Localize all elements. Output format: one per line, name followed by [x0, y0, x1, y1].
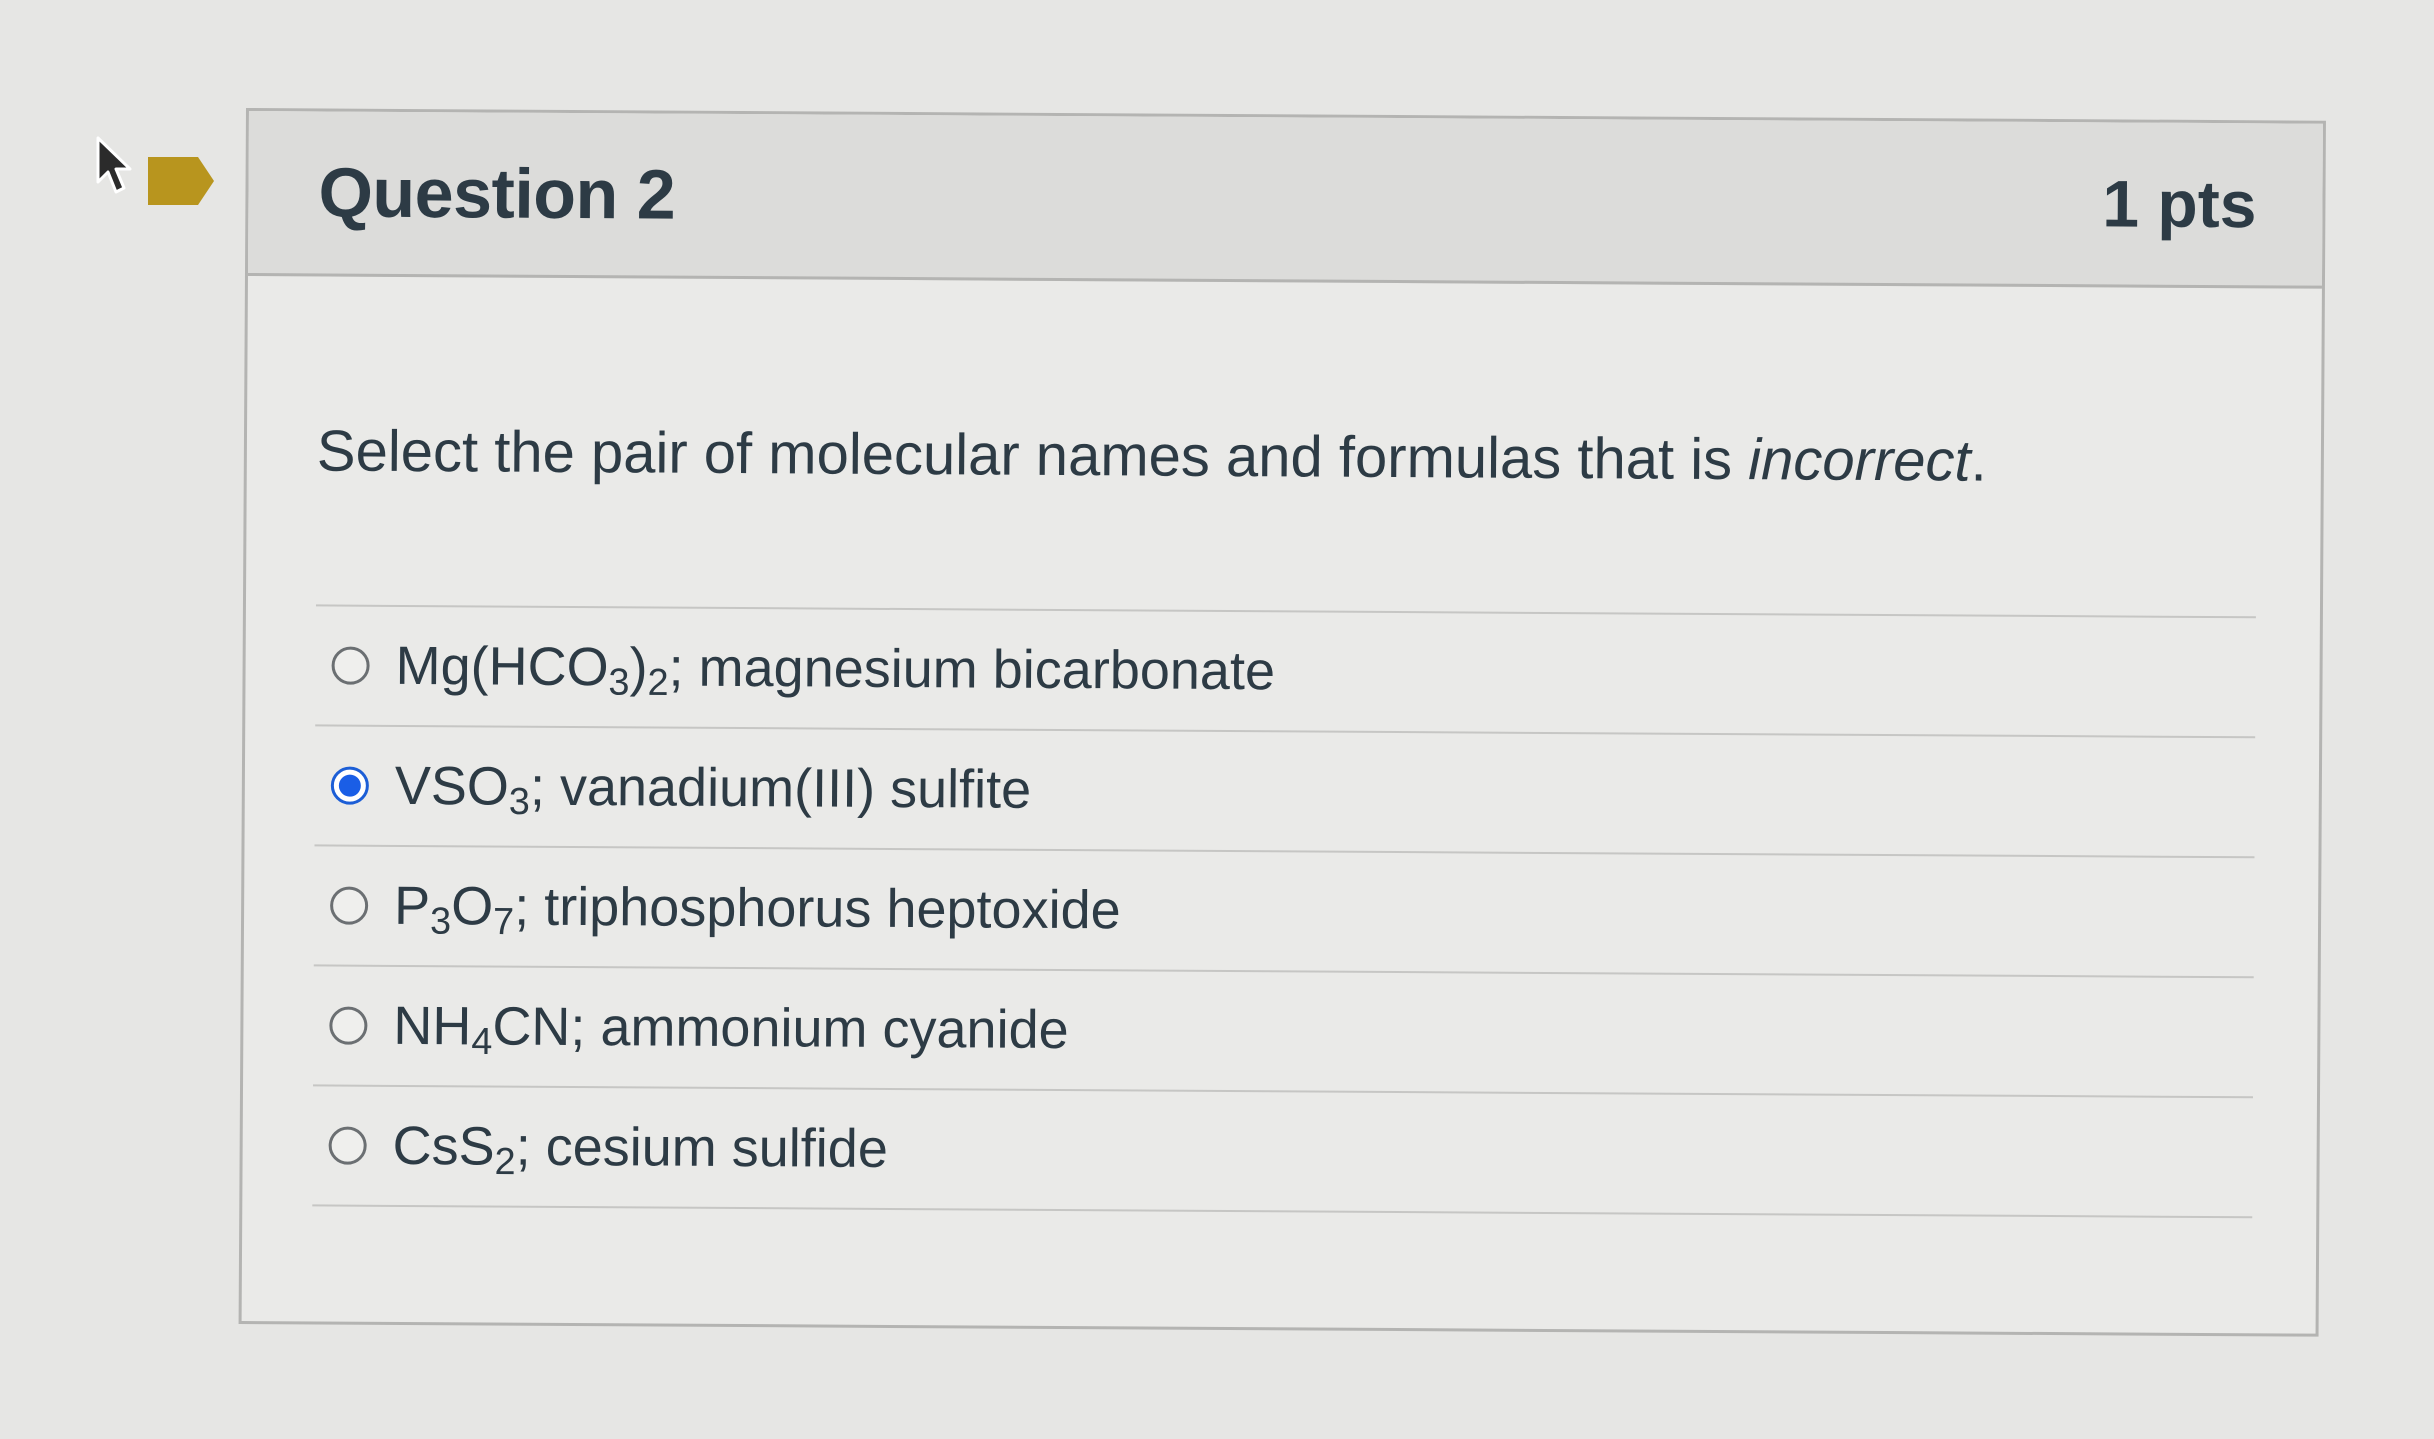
answer-label[interactable]: NH4CN; ammonium cyanide	[393, 995, 1069, 1063]
answer-label[interactable]: Mg(HCO3)2; magnesium bicarbonate	[395, 635, 1275, 704]
question-body: Select the pair of molecular names and f…	[242, 276, 2322, 1218]
question-card: Question 2 1 pts Select the pair of mole…	[238, 108, 2326, 1337]
answer-label[interactable]: P3O7; triphosphorus heptoxide	[394, 875, 1121, 943]
answer-option[interactable]: CsS2; cesium sulfide	[312, 1086, 2253, 1218]
answer-list: Mg(HCO3)2; magnesium bicarbonate VSO3; v…	[312, 604, 2256, 1218]
question-prompt-text: Select the pair of molecular names and f…	[316, 418, 1749, 493]
question-header: Question 2 1 pts	[247, 111, 2323, 289]
question-title: Question 2	[318, 153, 676, 234]
question-prompt: Select the pair of molecular names and f…	[317, 416, 2261, 497]
radio-button[interactable]	[328, 1126, 367, 1165]
answer-option[interactable]: Mg(HCO3)2; magnesium bicarbonate	[315, 606, 2256, 738]
answer-option[interactable]: VSO3; vanadium(III) sulfite	[314, 726, 2256, 858]
answer-label[interactable]: CsS2; cesium sulfide	[392, 1115, 888, 1183]
radio-button-selected[interactable]	[330, 766, 369, 805]
answer-label[interactable]: VSO3; vanadium(III) sulfite	[395, 755, 1032, 823]
question-prompt-emphasis: incorrect	[1748, 427, 1971, 494]
answer-option[interactable]: P3O7; triphosphorus heptoxide	[313, 846, 2255, 978]
question-points: 1 pts	[2102, 166, 2257, 242]
radio-button[interactable]	[330, 886, 369, 925]
question-prompt-end: .	[1970, 428, 1987, 494]
answer-option[interactable]: NH4CN; ammonium cyanide	[313, 966, 2254, 1098]
mouse-pointer-icon	[96, 136, 132, 194]
radio-button[interactable]	[331, 646, 370, 685]
bookmark-flag-icon[interactable]	[146, 153, 216, 209]
radio-button[interactable]	[329, 1006, 368, 1045]
